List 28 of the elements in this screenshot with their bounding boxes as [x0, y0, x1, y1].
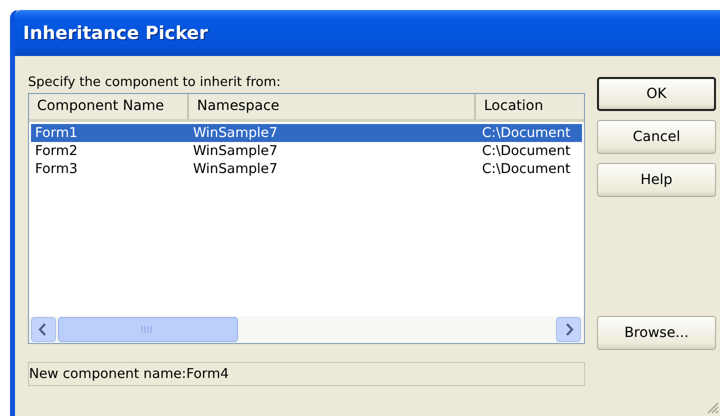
table-cell-text: C:\Document: [481, 160, 572, 178]
component-name-field: New component name:Form4: [28, 362, 585, 386]
dialog-button[interactable]: Cancel: [597, 120, 716, 154]
window-title: Inheritance Picker: [23, 22, 208, 44]
browse-button[interactable]: Browse...: [597, 316, 716, 350]
table-cell-text: WinSample7: [192, 160, 279, 178]
table-cell-text: C:\Document: [481, 142, 572, 160]
prompt-label: Specify the component to inherit from:: [28, 74, 282, 92]
dialog-button[interactable]: OK: [597, 77, 716, 111]
table-cell-text: Form2: [34, 142, 79, 160]
scroll-right-icon[interactable]: [556, 317, 581, 342]
table-cell-text: Form1: [34, 124, 79, 142]
resize-grip-icon[interactable]: [705, 400, 719, 414]
list-row[interactable]: Form1 WinSample7 C:\Document: [31, 124, 582, 142]
list-row[interactable]: Form2 WinSample7 C:\Document: [31, 142, 582, 160]
horizontal-scrollbar[interactable]: [29, 316, 584, 343]
column-header[interactable]: Location: [476, 94, 584, 122]
table-cell-text: C:\Document: [481, 124, 572, 142]
dialog-button[interactable]: Help: [597, 163, 716, 197]
component-list[interactable]: Component Name Namespace Location Form1 WinSample7 C:\Document Form2 WinSample7 C:\Document Form3 WinSample7 C:\Document: [28, 93, 585, 344]
list-row[interactable]: Form3 WinSample7 C:\Document: [31, 160, 582, 178]
column-header[interactable]: Namespace: [189, 94, 476, 122]
scroll-thumb-icon[interactable]: [58, 317, 238, 342]
column-header[interactable]: Component Name: [29, 94, 189, 122]
scroll-left-icon[interactable]: [31, 317, 56, 342]
table-cell-text: WinSample7: [192, 142, 279, 160]
table-cell-text: WinSample7: [192, 124, 279, 142]
table-cell-text: Form3: [34, 160, 79, 178]
